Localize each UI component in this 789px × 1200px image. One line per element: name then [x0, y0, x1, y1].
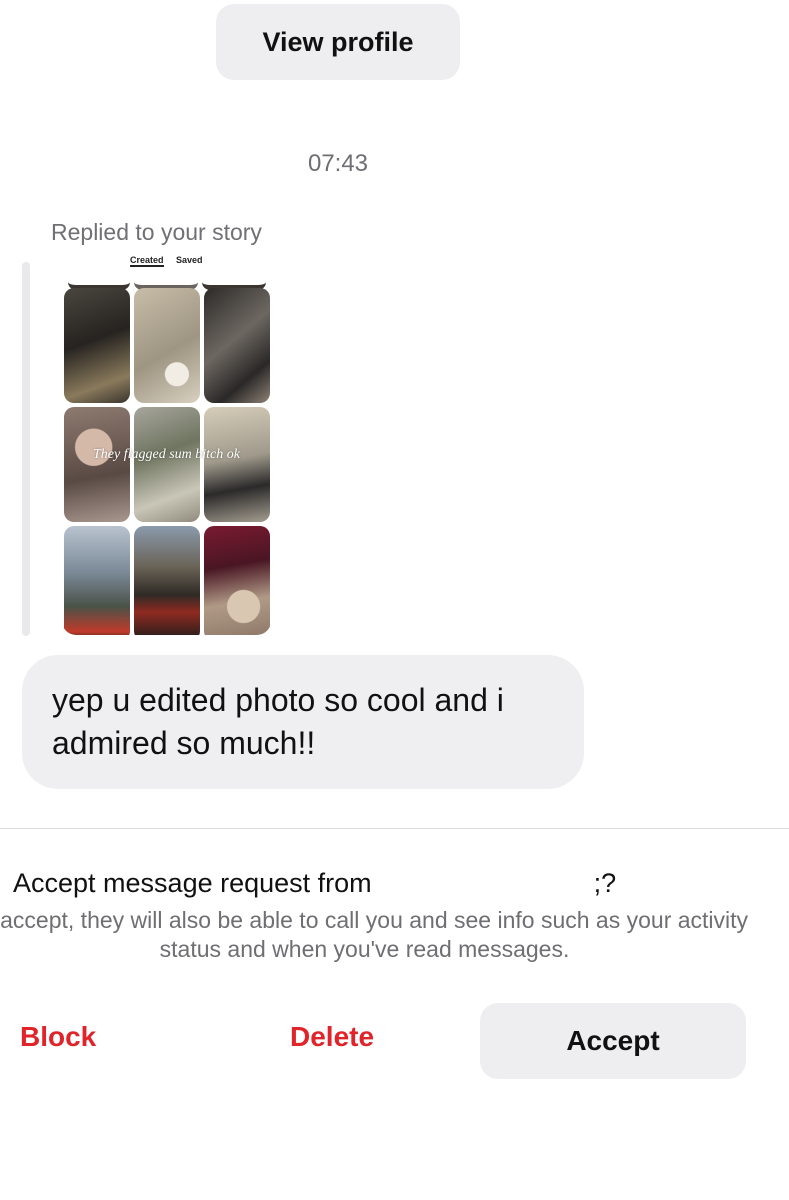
story-tab-created: Created [130, 255, 164, 267]
request-title-prefix: Accept message request from [13, 868, 372, 898]
story-image-tile [64, 526, 130, 635]
request-title-suffix: ;? [593, 868, 617, 898]
delete-button[interactable]: Delete [290, 1021, 374, 1053]
section-divider [0, 828, 789, 829]
story-image-tile [64, 288, 130, 403]
block-button[interactable]: Block [20, 1021, 96, 1053]
story-image-tile [134, 288, 200, 403]
message-bubble[interactable]: yep u edited photo so cool and i admired… [22, 655, 584, 789]
view-profile-button[interactable]: View profile [216, 4, 460, 80]
story-tab-saved: Saved [176, 255, 203, 265]
request-title: Accept message request from;? [13, 868, 789, 899]
story-preview-thumbnail[interactable]: Created Saved They flagged sum bitch ok [62, 255, 271, 635]
accept-button[interactable]: Accept [480, 1003, 746, 1079]
reply-quote-bar [22, 262, 30, 636]
story-image-tile [204, 288, 270, 403]
story-overlay-text: They flagged sum bitch ok [93, 447, 240, 462]
story-preview-tabs: Created Saved [62, 255, 271, 290]
story-image-tile [204, 407, 270, 522]
request-description: u accept, they will also be able to call… [0, 907, 749, 962]
message-timestamp: 07:43 [307, 150, 369, 177]
replied-to-story-label: Replied to your story [51, 219, 262, 245]
message-text: yep u edited photo so cool and i admired… [52, 682, 504, 761]
story-image-tile [134, 526, 200, 635]
story-image-tile [204, 526, 270, 635]
story-image-tile [134, 407, 200, 522]
story-image-tile [64, 407, 130, 522]
